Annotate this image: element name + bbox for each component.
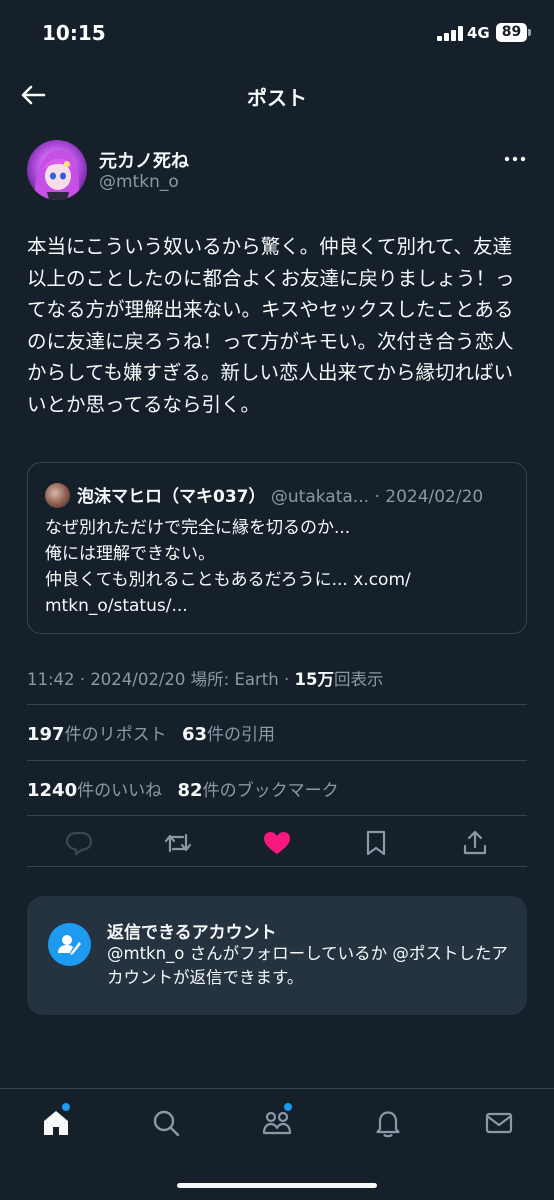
- quoted-text: なぜ別れただけで完全に縁を切るのか... 俺には理解できない。 仲良くても別れる…: [45, 515, 515, 619]
- quoted-date: 2024/02/20: [385, 487, 484, 507]
- quoted-line: なぜ別れただけで完全に縁を切るのか...: [45, 518, 351, 538]
- views-count: 15万: [294, 670, 334, 689]
- stats-row-reposts: 197件のリポスト 63件の引用: [27, 720, 285, 745]
- quotes-count: 63: [181, 724, 208, 745]
- quoted-line: mtkn_o/status/...: [45, 596, 188, 616]
- reply-card-description: @mtkn_o さんがフォローしているか @ポストしたアカウントが返信できます。: [107, 944, 508, 987]
- home-indicator[interactable]: [177, 1183, 377, 1188]
- battery-tip: [528, 29, 531, 36]
- author-name[interactable]: 元カノ死ね: [99, 147, 189, 173]
- signal-icon: [437, 26, 463, 41]
- stats-row-likes: 1240件のいいね 82件のブックマーク: [27, 776, 349, 801]
- meta-separator: ·: [79, 670, 91, 689]
- communities-icon[interactable]: [261, 1107, 293, 1139]
- reply-card-title: 返信できるアカウント: [107, 923, 277, 943]
- communities-notification-dot: [284, 1103, 292, 1111]
- quoted-avatar: [45, 483, 70, 508]
- quotes-stat[interactable]: 63件の引用: [181, 724, 276, 745]
- post-detail-screen: 10:15 4G 89 ポスト 元カノ死ね @mtkn_o 本当にこういう奴いる…: [0, 0, 554, 1200]
- search-icon[interactable]: [150, 1107, 182, 1139]
- quoted-author-handle: @utakata...: [270, 487, 370, 507]
- post-location: 場所: Earth: [190, 670, 279, 689]
- meta-separator: ·: [283, 670, 295, 689]
- quoted-header: 泡沫マヒロ（マキ037） @utakata... · 2024/02/20: [77, 482, 483, 507]
- quotes-label: 件の引用: [207, 725, 276, 745]
- share-icon[interactable]: [460, 828, 490, 858]
- divider: [27, 760, 527, 761]
- likes-label: 件のいいね: [77, 781, 163, 801]
- bookmarks-count: 82: [177, 780, 203, 801]
- divider: [27, 866, 527, 867]
- author-handle[interactable]: @mtkn_o: [99, 172, 179, 192]
- reposts-count: 197: [27, 724, 65, 745]
- views-label: 回表示: [333, 670, 384, 689]
- network-type: 4G: [467, 24, 490, 42]
- battery-icon: 89: [496, 23, 527, 42]
- quoted-author-name: 泡沫マヒロ（マキ037）: [77, 487, 266, 507]
- reply-permission-icon: [48, 923, 91, 966]
- quoted-separator: ·: [374, 487, 386, 507]
- post-text: 本当にこういう奴いるから驚く。仲良くて別れて、友達以上のことしたのに都合よくお友…: [27, 235, 515, 416]
- bookmarks-label: 件のブックマーク: [202, 781, 339, 801]
- reposts-stat[interactable]: 197件のリポスト: [27, 724, 167, 745]
- repost-icon[interactable]: [163, 828, 193, 858]
- reply-icon[interactable]: [64, 828, 94, 858]
- likes-stat[interactable]: 1240件のいいね: [27, 780, 163, 801]
- post-time: 11:42: [27, 670, 75, 689]
- divider: [27, 815, 527, 816]
- quoted-line: 俺には理解できない。: [45, 544, 215, 564]
- notifications-icon[interactable]: [372, 1107, 404, 1139]
- divider: [27, 704, 527, 705]
- post-date: 2024/02/20: [90, 670, 186, 689]
- bookmarks-stat[interactable]: 82件のブックマーク: [177, 780, 339, 801]
- status-time: 10:15: [42, 21, 106, 45]
- page-title: ポスト: [247, 86, 307, 110]
- messages-icon[interactable]: [483, 1107, 515, 1139]
- quoted-post[interactable]: 泡沫マヒロ（マキ037） @utakata... · 2024/02/20 なぜ…: [27, 462, 527, 634]
- more-options-icon[interactable]: [502, 146, 528, 172]
- likes-count: 1240: [27, 780, 78, 801]
- avatar[interactable]: [27, 140, 87, 200]
- status-bar: 10:15 4G 89: [0, 0, 554, 64]
- home-icon[interactable]: [40, 1107, 72, 1139]
- like-icon[interactable]: [262, 828, 292, 858]
- post-meta: 11:42 · 2024/02/20 場所: Earth · 15万回表示: [27, 666, 383, 690]
- reposts-label: 件のリポスト: [64, 725, 167, 745]
- reply-restriction-card: 返信できるアカウント @mtkn_o さんがフォローしているか @ポストしたアカ…: [27, 896, 527, 1015]
- home-notification-dot: [62, 1103, 70, 1111]
- header: ポスト: [0, 64, 554, 124]
- quoted-line: 仲良くても別れることもあるだろうに... x.com/: [45, 570, 411, 590]
- bookmark-icon[interactable]: [361, 828, 391, 858]
